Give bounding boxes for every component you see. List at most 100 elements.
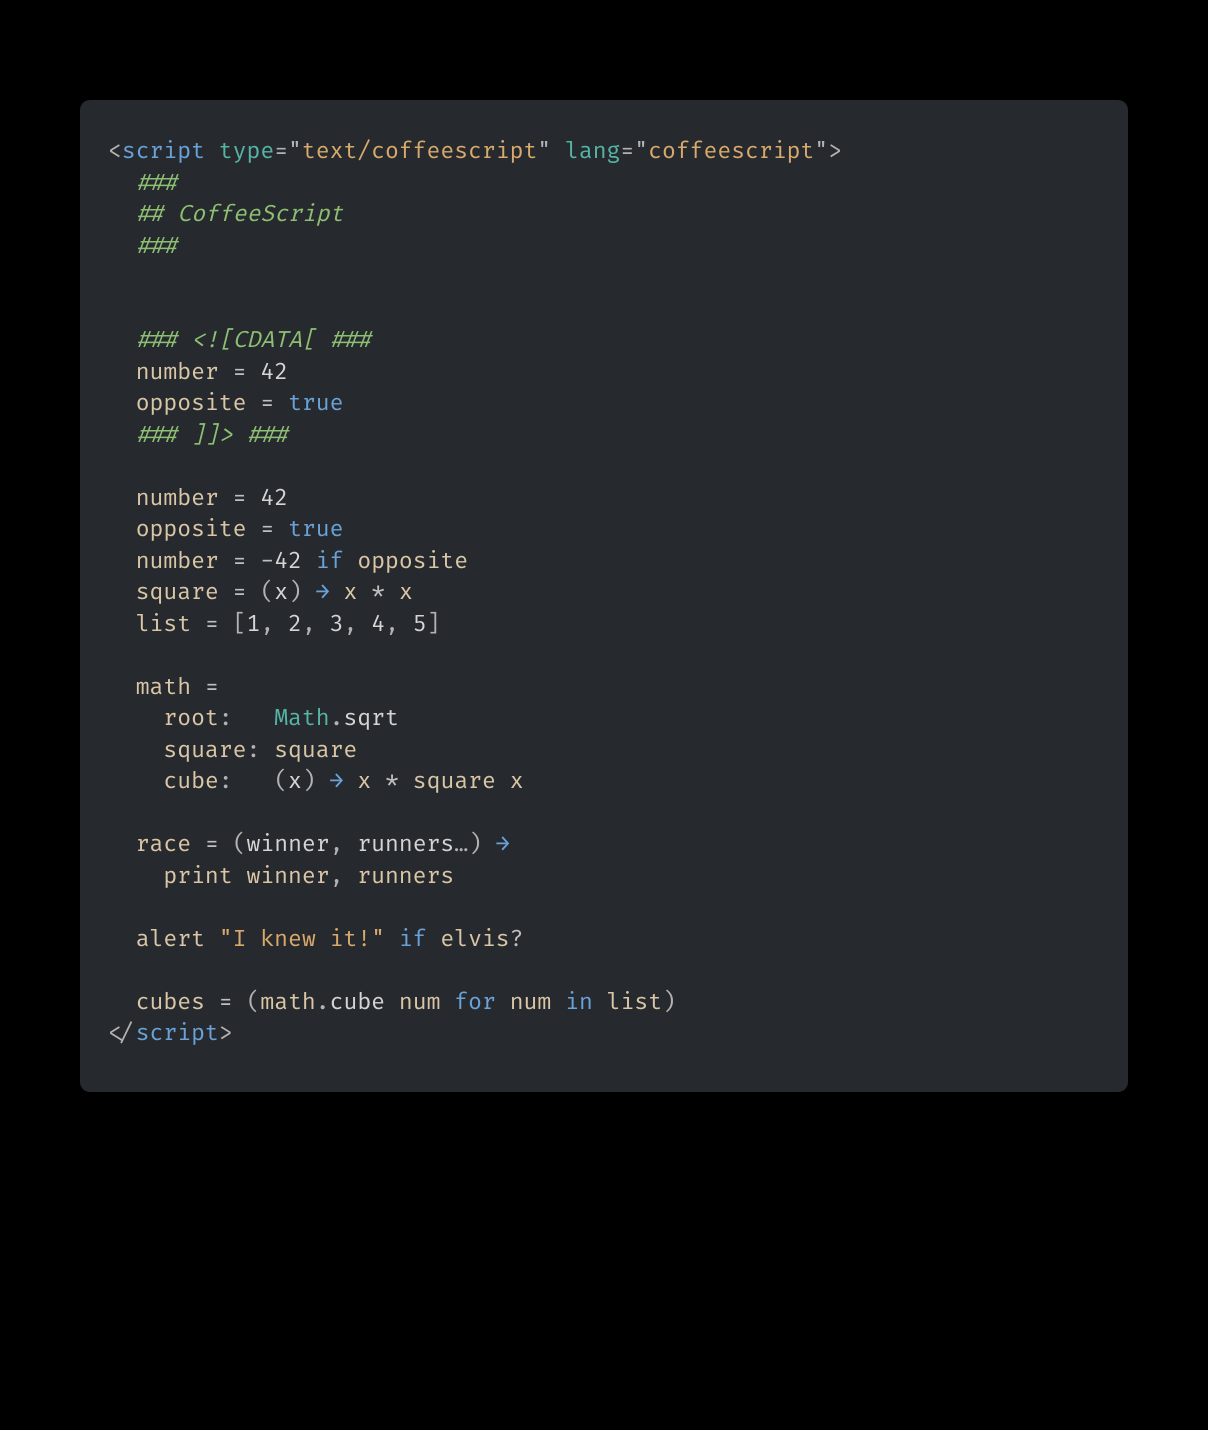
code-token: type <box>219 137 274 165</box>
code-token <box>108 389 136 417</box>
code-token <box>108 767 163 795</box>
code-token: , <box>330 862 358 890</box>
code-token <box>219 484 233 512</box>
code-token: " <box>288 137 302 165</box>
code-token: → <box>496 830 510 858</box>
code-token: </ <box>108 1019 136 1047</box>
code-token <box>233 704 275 732</box>
code-token: = <box>233 547 247 575</box>
code-token: elvis <box>440 925 509 953</box>
code-token <box>247 547 261 575</box>
code-token: "I knew it!" <box>219 925 385 953</box>
code-token: = <box>620 137 634 165</box>
code-token <box>246 515 260 543</box>
code-token: , <box>302 610 330 638</box>
code-token <box>219 547 233 575</box>
code-token: square <box>274 736 357 764</box>
code-token <box>108 610 136 638</box>
code-token: x <box>399 578 413 606</box>
code-token <box>440 988 454 1016</box>
code-token: script <box>122 137 205 165</box>
code-token: cube <box>163 767 218 795</box>
code-token <box>343 767 357 795</box>
code-token <box>274 515 288 543</box>
code-token: list <box>136 610 191 638</box>
code-token: runners <box>357 862 454 890</box>
code-token: cubes <box>136 988 205 1016</box>
code-token: = <box>205 830 219 858</box>
code-token: x <box>357 767 371 795</box>
code-token: 2 <box>288 610 302 638</box>
code-token: = <box>274 137 288 165</box>
code-token: . <box>316 988 330 1016</box>
code-token: root <box>163 704 218 732</box>
code-token: if <box>399 925 427 953</box>
code-token <box>260 736 274 764</box>
code-token <box>302 578 316 606</box>
code-token: " <box>634 137 648 165</box>
code-token: : <box>219 704 233 732</box>
code-token: ( <box>233 830 247 858</box>
code-token: x <box>274 578 288 606</box>
code-token: true <box>288 389 343 417</box>
code-token: if <box>316 547 344 575</box>
code-token: number <box>136 484 219 512</box>
code-token: : <box>219 767 233 795</box>
code-token: 4 <box>371 610 385 638</box>
code-token <box>233 767 275 795</box>
code-token: winner <box>247 830 330 858</box>
code-token: = <box>205 610 219 638</box>
code-token <box>399 767 413 795</box>
code-token: Math <box>274 704 329 732</box>
code-card: <script type="text/coffeescript" lang="c… <box>80 100 1128 1092</box>
code-token: print <box>163 862 232 890</box>
code-token: , <box>260 610 288 638</box>
code-token: number <box>136 547 219 575</box>
code-token <box>385 988 399 1016</box>
code-token <box>233 988 247 1016</box>
code-token <box>108 421 136 449</box>
code-token: script <box>136 1019 219 1047</box>
code-token <box>108 547 136 575</box>
code-token: > <box>219 1019 233 1047</box>
code-token: alert <box>136 925 205 953</box>
code-token: ) <box>302 767 316 795</box>
code-token: = <box>205 673 219 701</box>
code-token: → <box>316 578 330 606</box>
code-token: , <box>385 610 413 638</box>
code-token: " <box>537 137 551 165</box>
code-token: ### <![CDATA[ ### <box>136 326 371 354</box>
code-token <box>108 925 136 953</box>
code-token <box>108 484 136 512</box>
code-token: ( <box>274 767 288 795</box>
code-token: ( <box>260 578 274 606</box>
code-token: math <box>136 673 191 701</box>
code-token <box>191 830 205 858</box>
code-token <box>371 767 385 795</box>
code-token: opposite <box>136 515 247 543</box>
code-token <box>108 578 136 606</box>
code-token <box>302 547 316 575</box>
code-token: lang <box>565 137 620 165</box>
code-token <box>247 358 261 386</box>
code-token: ) <box>468 830 482 858</box>
code-token: coffeescript <box>648 137 814 165</box>
code-token: ### <box>136 169 178 197</box>
code-token <box>330 578 344 606</box>
code-token: = <box>260 389 274 417</box>
code-token <box>496 767 510 795</box>
code-token <box>219 358 233 386</box>
code-token: opposite <box>357 547 468 575</box>
code-token: ### ]]> ### <box>136 421 288 449</box>
code-token: > <box>828 137 842 165</box>
code-token: x <box>288 767 302 795</box>
code-token <box>205 988 219 1016</box>
code-token <box>247 484 261 512</box>
code-token: in <box>565 988 593 1016</box>
code-token: = <box>260 515 274 543</box>
code-token <box>108 515 136 543</box>
code-token: square <box>136 578 219 606</box>
code-token: 42 <box>274 547 302 575</box>
code-token: < <box>108 137 122 165</box>
code-token <box>496 988 510 1016</box>
